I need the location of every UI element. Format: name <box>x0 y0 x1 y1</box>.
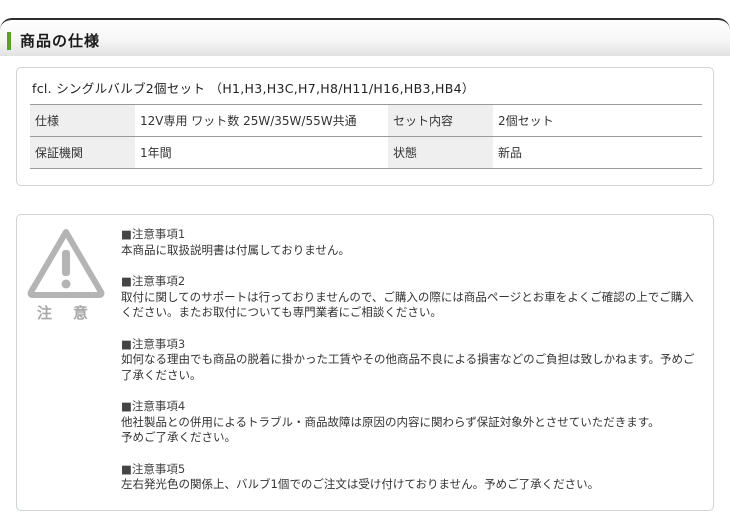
spec-value: 2個セット <box>493 104 702 137</box>
notice-title: ■注意事項5 <box>121 461 186 476</box>
spec-label: 状態 <box>388 136 493 169</box>
spec-value: 新品 <box>493 136 702 169</box>
notice-title: ■注意事項4 <box>121 399 186 413</box>
spec-table: 仕様 12V専用 ワット数 25W/35W/55W共通 セット内容 2個セット … <box>30 104 702 169</box>
notice-body: 左右発光色の関係上、バルブ1個でのご注文は受け付けておりません。予めご了承くださ… <box>121 477 600 491</box>
notice-item: ■注意事項5 左右発光色の関係上、バルブ1個でのご注文は受け付けておりません。予… <box>121 462 701 493</box>
notice-panel: 注意 ■注意事項1 本商品に取扱説明書は付属しておりません。 ■注意事項2 取付… <box>16 214 714 511</box>
notice-item: ■注意事項4 他社製品との併用によるトラブル・商品故障は原因の内容に関わらず保証… <box>121 399 701 446</box>
notice-title: ■注意事項3 <box>121 336 186 351</box>
spec-row: 仕様 12V専用 ワット数 25W/35W/55W共通 セット内容 2個セット <box>30 104 702 137</box>
header-accent-bar <box>7 32 11 50</box>
notice-body: 如何なる理由でも商品の脱着に掛かった工賃やその他商品不良による損害などのご負担は… <box>121 352 695 382</box>
notice-list: ■注意事項1 本商品に取扱説明書は付属しておりません。 ■注意事項2 取付に関し… <box>121 227 701 509</box>
notice-item: ■注意事項1 本商品に取扱説明書は付属しておりません。 <box>121 227 701 258</box>
notice-item: ■注意事項2 取付に関してのサポートは行っておりませんので、ご購入の際には商品ペ… <box>121 274 701 321</box>
spec-label: 保証機関 <box>30 136 135 169</box>
warning-triangle-icon <box>27 229 105 298</box>
spec-label: セット内容 <box>388 104 493 137</box>
notice-item: ■注意事項3 如何なる理由でも商品の脱着に掛かった工賃やその他商品不良による損害… <box>121 337 701 384</box>
spec-label: 仕様 <box>30 104 135 137</box>
product-name: fcl. シングルバルブ2個セット （H1,H3,H3C,H7,H8/H11/H… <box>32 81 475 96</box>
notice-title: ■注意事項1 <box>121 227 186 241</box>
spec-panel: fcl. シングルバルブ2個セット （H1,H3,H3C,H7,H8/H11/H… <box>16 67 714 186</box>
section-title: 商品の仕様 <box>20 32 101 50</box>
section-header: 商品の仕様 <box>0 18 730 56</box>
notice-body: 本商品に取扱説明書は付属しておりません。 <box>121 242 350 257</box>
notice-body: 取付に関してのサポートは行っておりませんので、ご購入の際には商品ページとお車をよ… <box>121 289 694 320</box>
notice-body: 他社製品との併用によるトラブル・商品故障は原因の内容に関わらず保証対象外とさせて… <box>121 414 660 445</box>
notice-title: ■注意事項2 <box>121 274 186 288</box>
spec-row: 保証機関 1年間 状態 新品 <box>30 136 702 169</box>
spec-value: 1年間 <box>135 136 388 169</box>
warning-label: 注意 <box>37 304 110 322</box>
spec-value: 12V専用 ワット数 25W/35W/55W共通 <box>135 104 388 137</box>
